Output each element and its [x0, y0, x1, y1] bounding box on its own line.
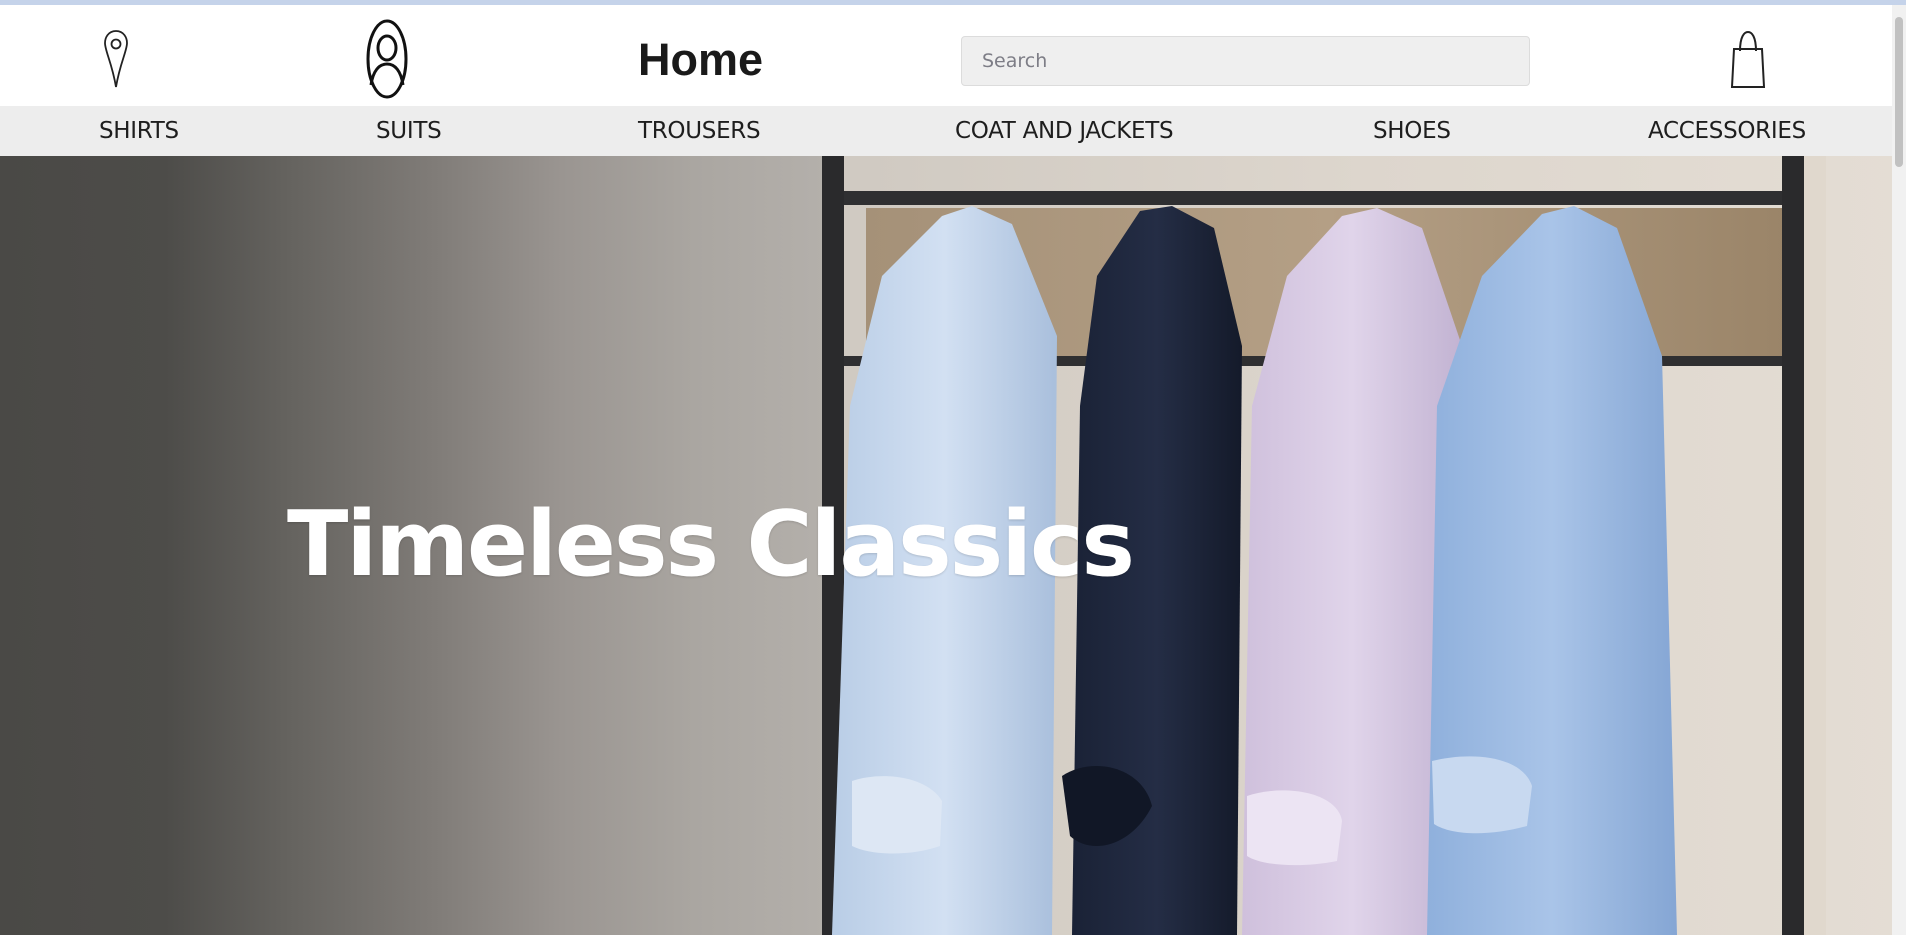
- scrollbar-thumb[interactable]: [1895, 17, 1903, 167]
- nav-item-shoes[interactable]: SHOES: [1373, 106, 1451, 156]
- nav-item-suits[interactable]: SUITS: [376, 106, 442, 156]
- hero-banner: Timeless Classics: [0, 156, 1906, 935]
- location-pin-icon[interactable]: [103, 29, 129, 89]
- shopping-bag-icon[interactable]: [1730, 29, 1766, 89]
- nav-item-accessories[interactable]: ACCESSORIES: [1648, 106, 1806, 156]
- nav-item-shirts[interactable]: SHIRTS: [99, 106, 179, 156]
- nav-item-coat-and-jackets[interactable]: COAT AND JACKETS: [955, 106, 1174, 156]
- page-title: Home: [638, 34, 764, 85]
- page-scrollbar[interactable]: [1892, 5, 1906, 935]
- nav-item-trousers[interactable]: TROUSERS: [638, 106, 761, 156]
- site-header: Home: [0, 5, 1906, 106]
- category-nav: SHIRTS SUITS TROUSERS COAT AND JACKETS S…: [0, 106, 1906, 156]
- user-account-icon[interactable]: [364, 17, 410, 101]
- search-input[interactable]: [961, 36, 1530, 86]
- hero-title: Timeless Classics: [287, 492, 1135, 597]
